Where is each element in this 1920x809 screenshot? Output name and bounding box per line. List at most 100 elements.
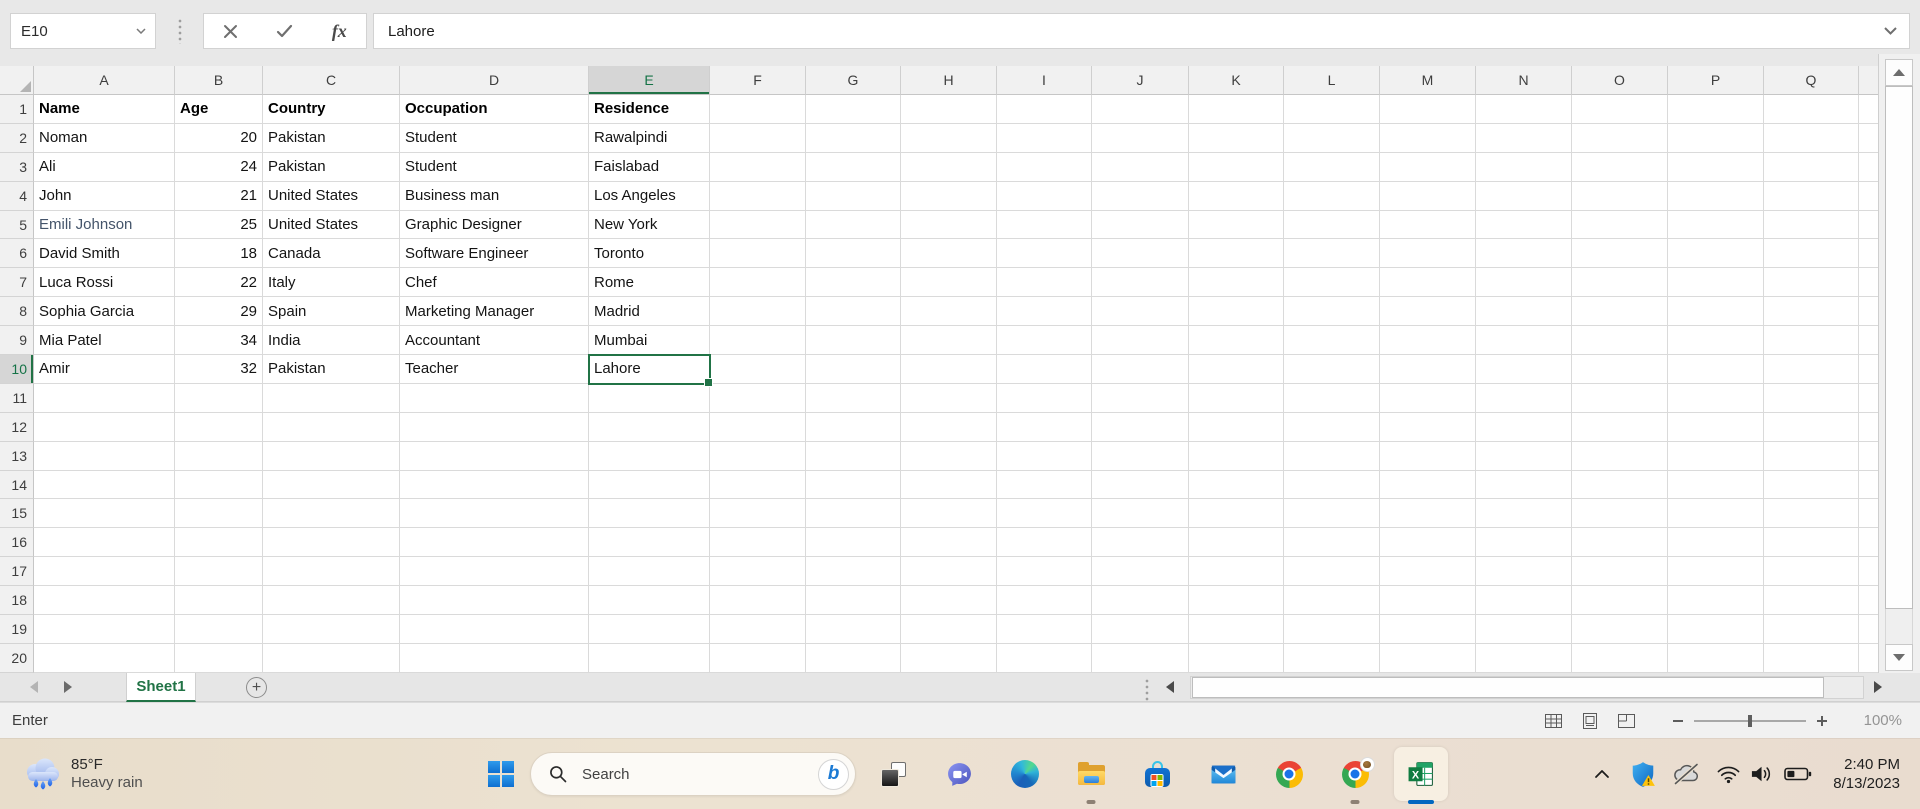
- column-header-I[interactable]: I: [997, 66, 1092, 95]
- cell-J1[interactable]: [1092, 95, 1189, 124]
- hidden-icons-button[interactable]: [1582, 739, 1622, 809]
- row-header-7[interactable]: 7: [0, 268, 34, 297]
- cell-D20[interactable]: [400, 644, 589, 673]
- chrome-button[interactable]: [1256, 739, 1322, 809]
- cell-F13[interactable]: [710, 442, 806, 471]
- cell-D5[interactable]: Graphic Designer: [400, 211, 589, 240]
- cell-N3[interactable]: [1476, 153, 1572, 182]
- cell-M6[interactable]: [1380, 239, 1476, 268]
- cancel-button[interactable]: [223, 24, 238, 39]
- cell-K5[interactable]: [1189, 211, 1284, 240]
- cell-F1[interactable]: [710, 95, 806, 124]
- cell-E10[interactable]: Lahore: [589, 355, 710, 384]
- cell-K12[interactable]: [1189, 413, 1284, 442]
- cell-L16[interactable]: [1284, 528, 1380, 557]
- cell-B2[interactable]: 20: [175, 124, 263, 153]
- cell-M13[interactable]: [1380, 442, 1476, 471]
- cell-A11[interactable]: [34, 384, 175, 413]
- cell-J17[interactable]: [1092, 557, 1189, 586]
- cell-O3[interactable]: [1572, 153, 1668, 182]
- cell-F5[interactable]: [710, 211, 806, 240]
- cell-E14[interactable]: [589, 471, 710, 500]
- cell-F19[interactable]: [710, 615, 806, 644]
- cell-K13[interactable]: [1189, 442, 1284, 471]
- cell-J12[interactable]: [1092, 413, 1189, 442]
- cell-M11[interactable]: [1380, 384, 1476, 413]
- cell-P18[interactable]: [1668, 586, 1764, 615]
- row-header-3[interactable]: 3: [0, 153, 34, 182]
- cell-H15[interactable]: [901, 499, 997, 528]
- cell-I10[interactable]: [997, 355, 1092, 384]
- cell-Q15[interactable]: [1764, 499, 1859, 528]
- cell-B3[interactable]: 24: [175, 153, 263, 182]
- cell-I6[interactable]: [997, 239, 1092, 268]
- formula-bar-expand-icon[interactable]: [1884, 27, 1897, 35]
- cell-H9[interactable]: [901, 326, 997, 355]
- cell-Q2[interactable]: [1764, 124, 1859, 153]
- cell-D12[interactable]: [400, 413, 589, 442]
- cell-H13[interactable]: [901, 442, 997, 471]
- cell-L10[interactable]: [1284, 355, 1380, 384]
- cell-K2[interactable]: [1189, 124, 1284, 153]
- page-break-preview-icon[interactable]: [1617, 712, 1636, 730]
- cell-H19[interactable]: [901, 615, 997, 644]
- cell-E9[interactable]: Mumbai: [589, 326, 710, 355]
- cell-P13[interactable]: [1668, 442, 1764, 471]
- cell-Q13[interactable]: [1764, 442, 1859, 471]
- column-header-L[interactable]: L: [1284, 66, 1380, 95]
- cell-J14[interactable]: [1092, 471, 1189, 500]
- cell-H5[interactable]: [901, 211, 997, 240]
- cell-Q9[interactable]: [1764, 326, 1859, 355]
- cell-O1[interactable]: [1572, 95, 1668, 124]
- cell-L6[interactable]: [1284, 239, 1380, 268]
- cell-H1[interactable]: [901, 95, 997, 124]
- cell-N14[interactable]: [1476, 471, 1572, 500]
- cell-F4[interactable]: [710, 182, 806, 211]
- cell-N17[interactable]: [1476, 557, 1572, 586]
- column-header-G[interactable]: G: [806, 66, 901, 95]
- cell-F10[interactable]: [710, 355, 806, 384]
- cell-H14[interactable]: [901, 471, 997, 500]
- cell-M12[interactable]: [1380, 413, 1476, 442]
- cell-G13[interactable]: [806, 442, 901, 471]
- cell-Q5[interactable]: [1764, 211, 1859, 240]
- cell-L20[interactable]: [1284, 644, 1380, 673]
- cell-A2[interactable]: Noman: [34, 124, 175, 153]
- cell-M9[interactable]: [1380, 326, 1476, 355]
- cell-B9[interactable]: 34: [175, 326, 263, 355]
- toolbar-grip[interactable]: [178, 18, 182, 44]
- cell-J4[interactable]: [1092, 182, 1189, 211]
- cell-D14[interactable]: [400, 471, 589, 500]
- cell-M8[interactable]: [1380, 297, 1476, 326]
- cell-G10[interactable]: [806, 355, 901, 384]
- cell-M19[interactable]: [1380, 615, 1476, 644]
- cell-E16[interactable]: [589, 528, 710, 557]
- cell-E5[interactable]: New York: [589, 211, 710, 240]
- chat-button[interactable]: [926, 739, 992, 809]
- cell-I17[interactable]: [997, 557, 1092, 586]
- cell-H6[interactable]: [901, 239, 997, 268]
- weather-widget[interactable]: 85°F Heavy rain: [14, 739, 151, 809]
- column-header-A[interactable]: A: [34, 66, 175, 95]
- cell-A10[interactable]: Amir: [34, 355, 175, 384]
- cell-O9[interactable]: [1572, 326, 1668, 355]
- cell-M1[interactable]: [1380, 95, 1476, 124]
- cell-L2[interactable]: [1284, 124, 1380, 153]
- cell-L11[interactable]: [1284, 384, 1380, 413]
- cell-D17[interactable]: [400, 557, 589, 586]
- cell-G2[interactable]: [806, 124, 901, 153]
- cell-C10[interactable]: Pakistan: [263, 355, 400, 384]
- cell-B1[interactable]: Age: [175, 95, 263, 124]
- cell-B20[interactable]: [175, 644, 263, 673]
- clock[interactable]: 2:40 PM 8/13/2023: [1833, 755, 1900, 793]
- cell-O7[interactable]: [1572, 268, 1668, 297]
- cell-H12[interactable]: [901, 413, 997, 442]
- cell-G12[interactable]: [806, 413, 901, 442]
- cell-K3[interactable]: [1189, 153, 1284, 182]
- cell-A1[interactable]: Name: [34, 95, 175, 124]
- cell-D4[interactable]: Business man: [400, 182, 589, 211]
- column-header-K[interactable]: K: [1189, 66, 1284, 95]
- cell-Q16[interactable]: [1764, 528, 1859, 557]
- cell-M4[interactable]: [1380, 182, 1476, 211]
- cell-B19[interactable]: [175, 615, 263, 644]
